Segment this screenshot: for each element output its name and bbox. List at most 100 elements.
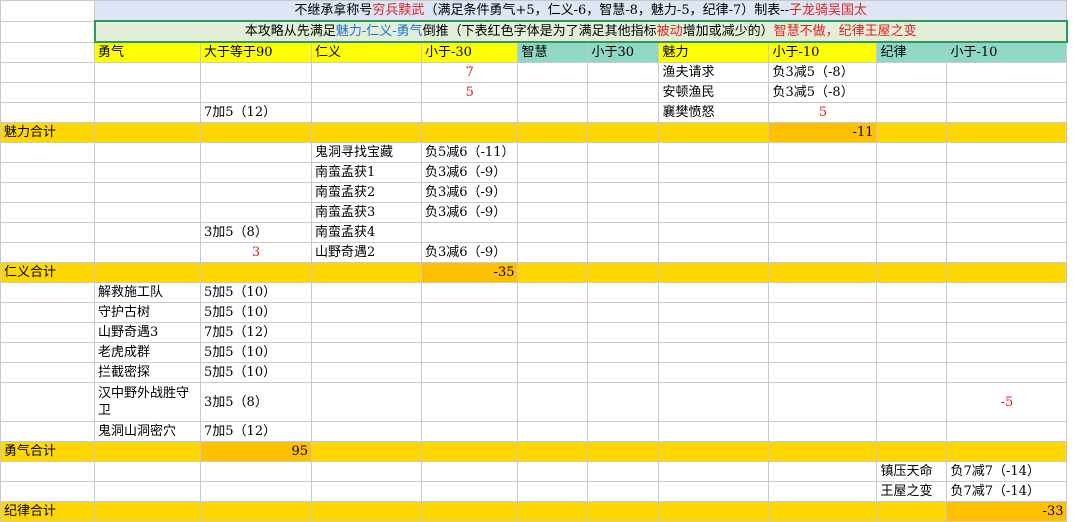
- cell[interactable]: [200, 182, 312, 203]
- cell[interactable]: [517, 82, 589, 103]
- cell[interactable]: [94, 222, 201, 243]
- cell[interactable]: [587, 421, 660, 442]
- cell[interactable]: [0, 362, 95, 383]
- cell[interactable]: [517, 342, 589, 363]
- cell[interactable]: 负3减6（-9）: [420, 202, 519, 223]
- cell[interactable]: [658, 501, 770, 522]
- cell[interactable]: [946, 82, 1068, 103]
- cell[interactable]: [94, 122, 201, 143]
- cell[interactable]: [658, 202, 770, 223]
- header-cell[interactable]: 大于等于90: [200, 41, 312, 63]
- cell[interactable]: [587, 102, 660, 123]
- cell[interactable]: 负3减6（-9）: [420, 182, 519, 203]
- cell[interactable]: [420, 282, 519, 303]
- cell[interactable]: [311, 441, 422, 462]
- cell[interactable]: 7加5（12）: [200, 102, 312, 123]
- cell[interactable]: 渔夫请求: [658, 62, 770, 83]
- cell[interactable]: [311, 501, 422, 522]
- cell[interactable]: [517, 322, 589, 343]
- cell[interactable]: [946, 122, 1068, 143]
- cell[interactable]: [311, 342, 422, 363]
- cell[interactable]: [517, 302, 589, 323]
- cell[interactable]: [517, 461, 589, 482]
- cell[interactable]: [311, 302, 422, 323]
- cell[interactable]: [200, 162, 312, 183]
- cell[interactable]: [517, 162, 589, 183]
- cell[interactable]: 7: [420, 62, 519, 83]
- cell[interactable]: [876, 182, 948, 203]
- cell[interactable]: 3: [200, 242, 312, 263]
- cell[interactable]: 负3减5（-8）: [768, 62, 878, 83]
- cell[interactable]: [587, 242, 660, 263]
- cell[interactable]: [876, 501, 948, 522]
- total-value[interactable]: -11: [768, 122, 878, 143]
- cell[interactable]: [0, 242, 95, 263]
- cell[interactable]: [876, 421, 948, 442]
- cell[interactable]: [587, 142, 660, 163]
- cell[interactable]: [587, 501, 660, 522]
- cell[interactable]: [200, 481, 312, 502]
- cell[interactable]: [311, 461, 422, 482]
- cell[interactable]: [200, 262, 312, 283]
- cell[interactable]: [0, 41, 95, 63]
- cell[interactable]: [658, 441, 770, 462]
- cell[interactable]: [311, 322, 422, 343]
- cell[interactable]: [876, 262, 948, 283]
- cell[interactable]: [587, 182, 660, 203]
- cell[interactable]: [876, 362, 948, 383]
- cell[interactable]: [94, 202, 201, 223]
- cell[interactable]: [311, 421, 422, 442]
- cell[interactable]: [946, 342, 1068, 363]
- cell[interactable]: [946, 322, 1068, 343]
- cell[interactable]: [311, 102, 422, 123]
- title-row-2[interactable]: 本攻略从先满足魅力-仁义-勇气倒推（下表红色字体是为了满足其他指标被动增加或减少…: [93, 20, 1068, 43]
- cell[interactable]: 南蛮孟获3: [311, 202, 422, 223]
- cell[interactable]: 老虎成群: [94, 342, 201, 363]
- cell[interactable]: 5加5（10）: [200, 362, 312, 383]
- cell[interactable]: [0, 202, 95, 223]
- total-value[interactable]: -33: [946, 501, 1068, 522]
- cell[interactable]: [658, 142, 770, 163]
- cell[interactable]: [517, 421, 589, 442]
- cell[interactable]: [0, 182, 95, 203]
- cell[interactable]: [768, 342, 878, 363]
- cell[interactable]: [200, 142, 312, 163]
- cell[interactable]: [587, 122, 660, 143]
- cell[interactable]: [517, 242, 589, 263]
- cell[interactable]: 鬼洞寻找宝藏: [311, 142, 422, 163]
- cell[interactable]: 负7减7（-14）: [946, 461, 1068, 482]
- cell[interactable]: [311, 362, 422, 383]
- cell[interactable]: [946, 302, 1068, 323]
- cell[interactable]: 负3减5（-8）: [768, 82, 878, 103]
- cell[interactable]: [0, 421, 95, 442]
- cell[interactable]: [768, 162, 878, 183]
- cell[interactable]: [311, 62, 422, 83]
- cell[interactable]: 7加5（12）: [200, 322, 312, 343]
- cell[interactable]: [0, 322, 95, 343]
- header-cell[interactable]: 小于-10: [946, 41, 1068, 63]
- cell[interactable]: 南蛮孟获4: [311, 222, 422, 243]
- cell[interactable]: [94, 62, 201, 83]
- cell[interactable]: [0, 82, 95, 103]
- cell[interactable]: [768, 242, 878, 263]
- cell[interactable]: [94, 501, 201, 522]
- cell[interactable]: [0, 102, 95, 123]
- cell[interactable]: [946, 441, 1068, 462]
- cell[interactable]: [946, 162, 1068, 183]
- cell[interactable]: [94, 242, 201, 263]
- cell[interactable]: [658, 382, 770, 422]
- cell[interactable]: [768, 262, 878, 283]
- cell[interactable]: [876, 162, 948, 183]
- cell[interactable]: [517, 222, 589, 243]
- cell[interactable]: 解救施工队: [94, 282, 201, 303]
- cell[interactable]: [0, 162, 95, 183]
- cell[interactable]: [587, 222, 660, 243]
- cell[interactable]: [420, 322, 519, 343]
- cell[interactable]: [517, 62, 589, 83]
- cell[interactable]: [768, 142, 878, 163]
- cell[interactable]: [587, 481, 660, 502]
- cell[interactable]: 南蛮孟获1: [311, 162, 422, 183]
- cell[interactable]: 5: [768, 102, 878, 123]
- cell[interactable]: [517, 122, 589, 143]
- cell[interactable]: 7加5（12）: [200, 421, 312, 442]
